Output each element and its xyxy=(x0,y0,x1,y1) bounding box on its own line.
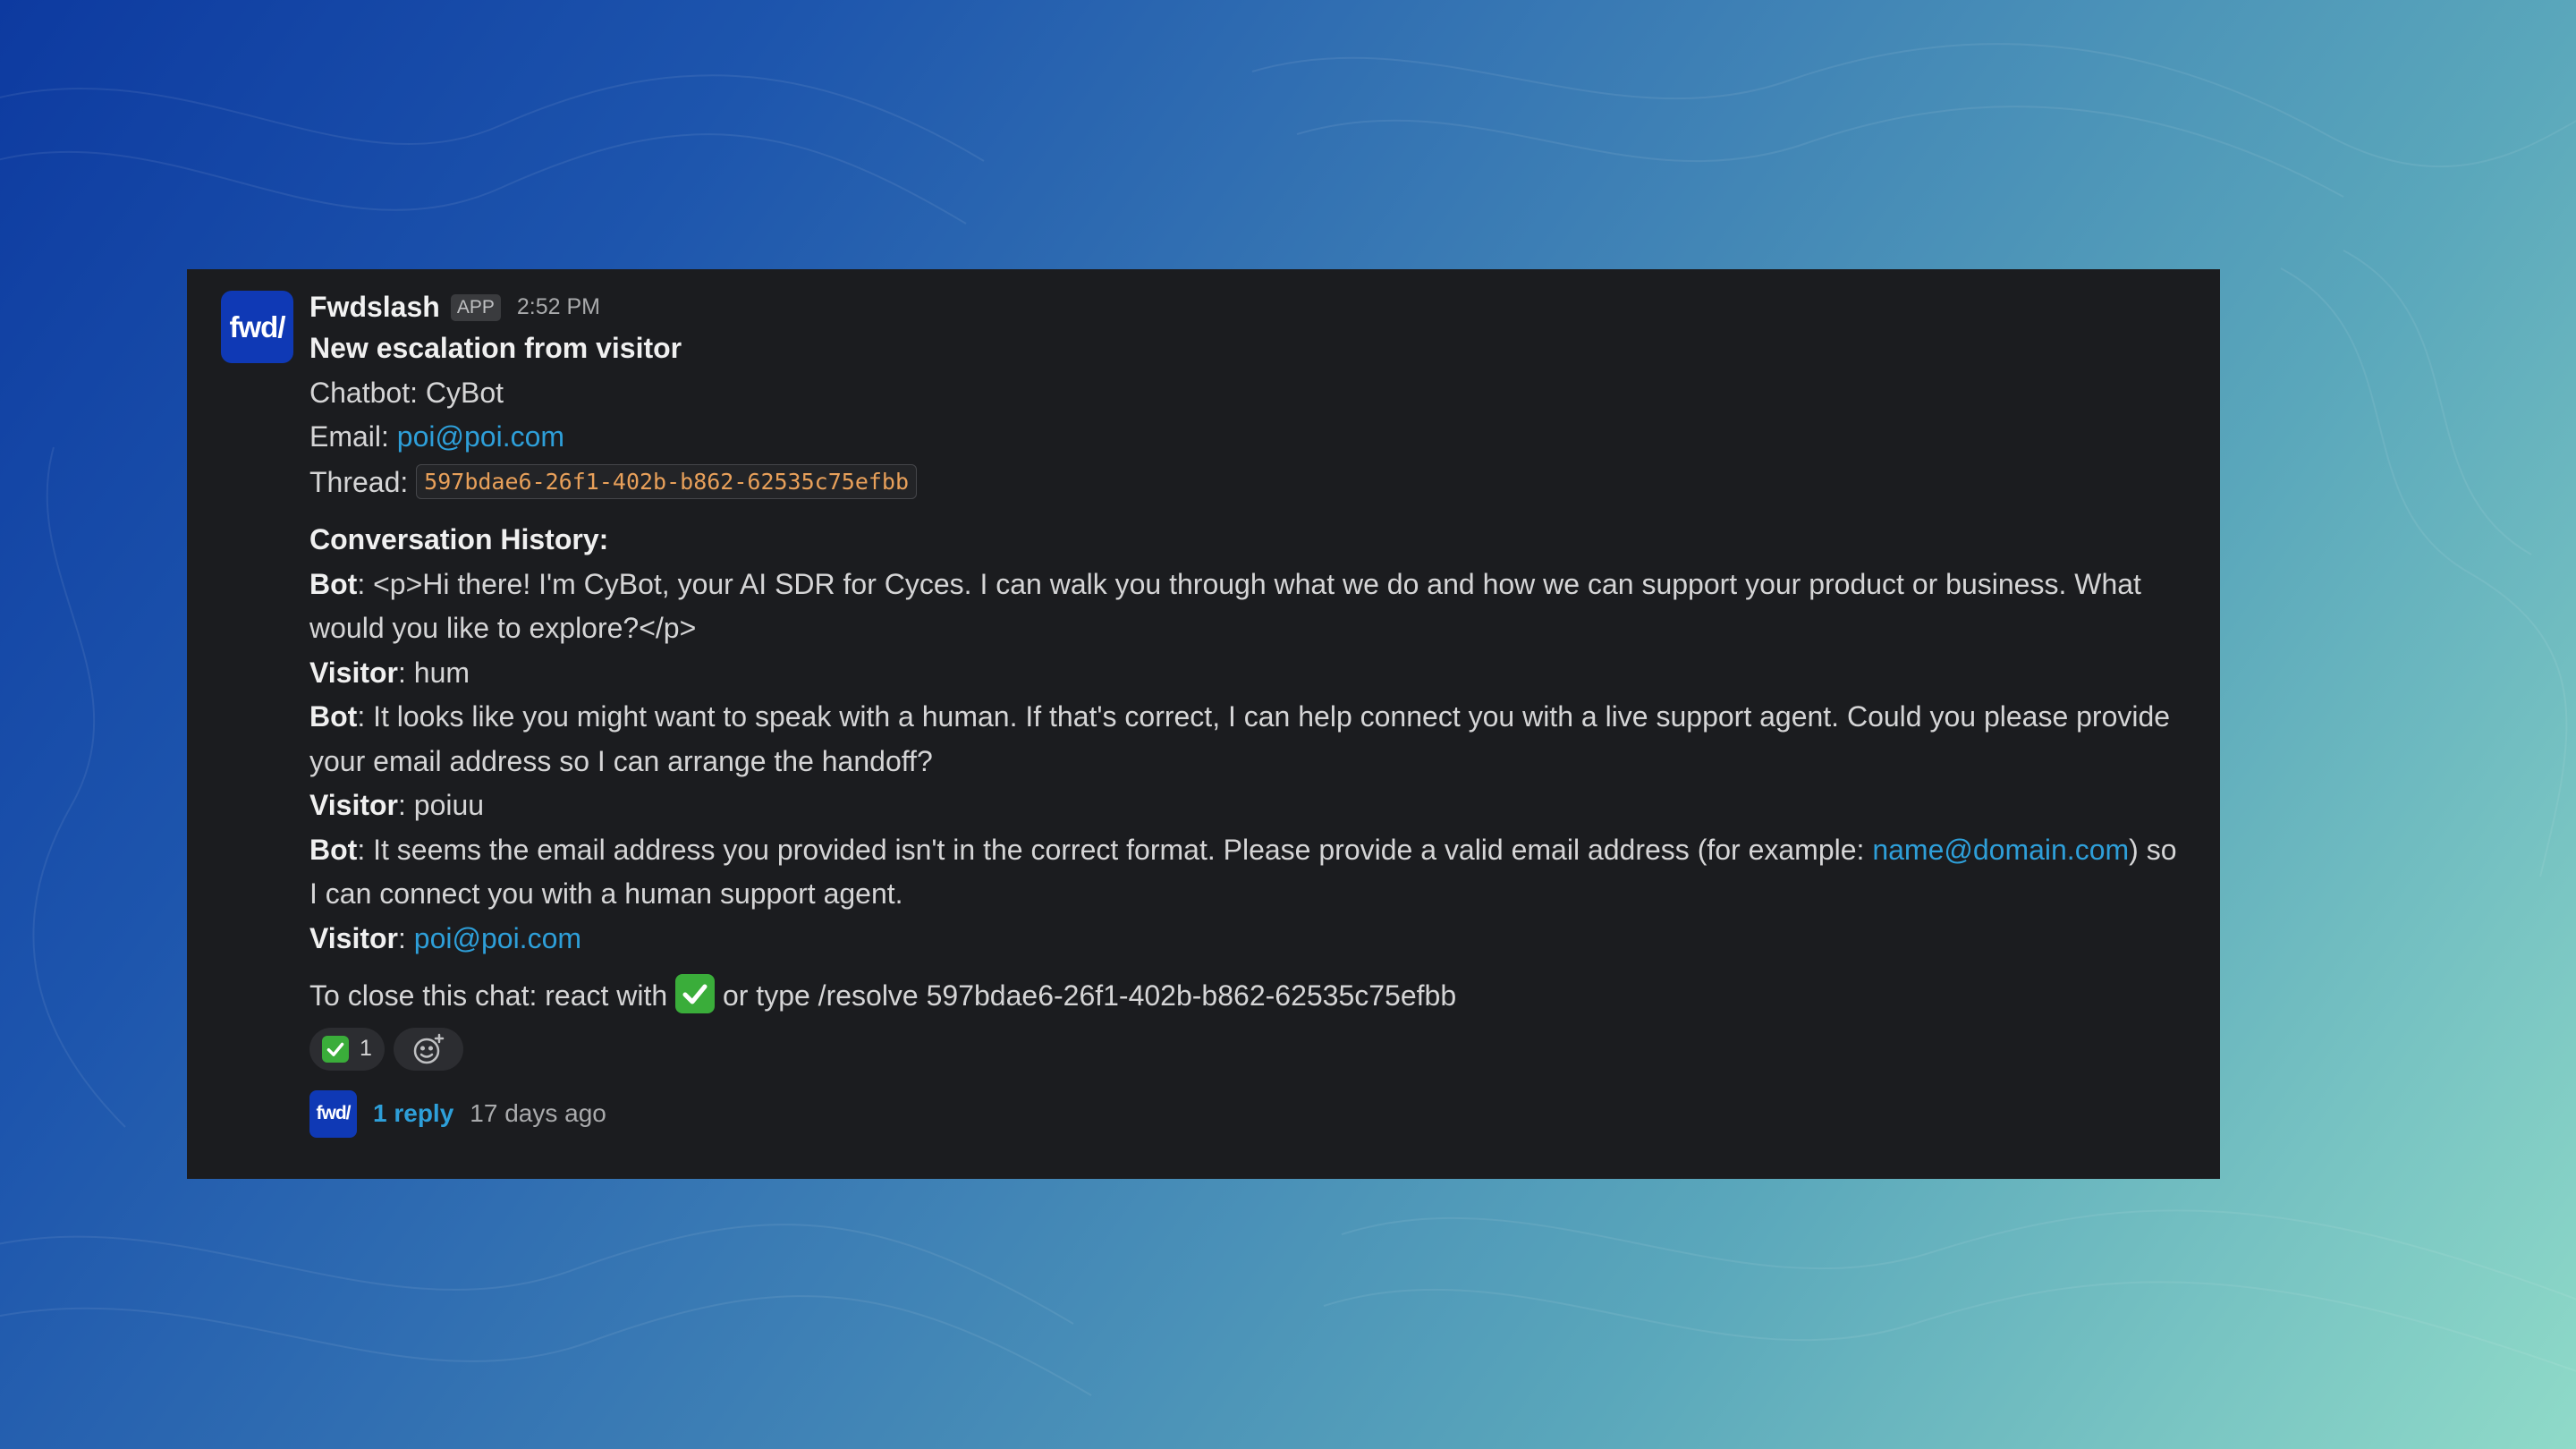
message-content: Fwdslash APP 2:52 PM New escalation from… xyxy=(309,289,2188,1138)
email-link[interactable]: poi@poi.com xyxy=(397,420,564,453)
thread-line: Thread: 597bdae6-26f1-402b-b862-62535c75… xyxy=(309,460,2188,505)
last-reply-time: 17 days ago xyxy=(470,1099,606,1128)
email-line: Email: poi@poi.com xyxy=(309,415,2188,460)
replier-avatar-text: fwd/ xyxy=(316,1103,352,1124)
history-text: : hum xyxy=(398,656,470,689)
history-text: : <p>Hi there! I'm CyBot, your AI SDR fo… xyxy=(309,567,2141,645)
add-reaction-button[interactable] xyxy=(393,1027,463,1071)
speaker-label: Visitor xyxy=(309,656,398,689)
message-card: fwd/ Fwdslash APP 2:52 PM New escalation… xyxy=(187,269,2220,1179)
message-header: Fwdslash APP 2:52 PM xyxy=(309,289,2188,326)
history-text: : poiuu xyxy=(398,789,485,821)
history-entry: Visitor: poiuu xyxy=(309,784,2188,828)
speaker-label: Bot xyxy=(309,833,358,866)
email-label: Email: xyxy=(309,420,389,453)
thread-label: Thread: xyxy=(309,465,409,498)
chatbot-line: Chatbot: CyBot xyxy=(309,371,2188,416)
reaction-check-mark[interactable]: 1 xyxy=(309,1027,385,1071)
speaker-label: Bot xyxy=(309,700,358,733)
history-text: : xyxy=(398,921,414,954)
close-text-after: or type /resolve 597bdae6-26f1-402b-b862… xyxy=(722,979,1457,1012)
add-emoji-icon xyxy=(413,1033,445,1063)
history-entry: Bot: <p>Hi there! I'm CyBot, your AI SDR… xyxy=(309,563,2188,651)
chatbot-value: CyBot xyxy=(425,376,504,409)
avatar-logo-text: fwd/ xyxy=(229,309,286,343)
speaker-label: Visitor xyxy=(309,789,398,821)
thread-replies: fwd/ 1 reply 17 days ago xyxy=(309,1089,2188,1138)
example-email-link[interactable]: name@domain.com xyxy=(1872,834,2129,866)
history-text: : It looks like you might want to speak … xyxy=(309,700,2171,777)
visitor-email-link[interactable]: poi@poi.com xyxy=(414,922,581,954)
app-badge: APP xyxy=(450,294,501,321)
reactions-bar: 1 xyxy=(309,1027,2188,1071)
history-entry: Visitor: hum xyxy=(309,651,2188,696)
reply-count-link[interactable]: 1 reply xyxy=(373,1091,453,1136)
close-text-before: To close this chat: react with xyxy=(309,979,668,1012)
reaction-count: 1 xyxy=(360,1035,372,1061)
app-avatar[interactable]: fwd/ xyxy=(221,291,293,363)
check-mark-icon xyxy=(675,974,716,1013)
message-title: New escalation from visitor xyxy=(309,332,682,364)
history-title: Conversation History: xyxy=(309,523,609,555)
history-entry: Bot: It looks like you might want to spe… xyxy=(309,695,2188,784)
speaker-label: Visitor xyxy=(309,921,398,954)
chatbot-label: Chatbot: xyxy=(309,376,418,409)
close-instructions: To close this chat: react with or type /… xyxy=(309,974,2188,1019)
speaker-label: Bot xyxy=(309,567,358,600)
sender-name[interactable]: Fwdslash xyxy=(309,285,440,330)
replier-avatar[interactable]: fwd/ xyxy=(309,1089,357,1138)
history-entry: Bot: It seems the email address you prov… xyxy=(309,828,2188,917)
history-entry: Visitor: poi@poi.com xyxy=(309,917,2188,962)
timestamp[interactable]: 2:52 PM xyxy=(517,285,600,330)
history-text: : It seems the email address you provide… xyxy=(357,833,1873,866)
check-mark-icon xyxy=(322,1035,349,1063)
thread-id-code: 597bdae6-26f1-402b-b862-62535c75efbb xyxy=(416,463,918,499)
